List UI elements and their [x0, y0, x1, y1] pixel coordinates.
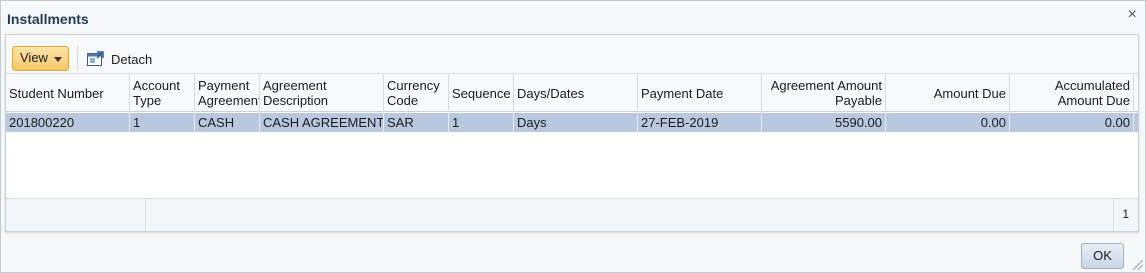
column-header-agreement-amount-payable[interactable]: Agreement Amount Payable: [762, 74, 886, 112]
cell-days-dates: Days: [514, 113, 638, 132]
table-header: Student Number Account Type Payment Agre…: [6, 74, 1138, 112]
column-header-currency-code[interactable]: Currency Code: [384, 74, 449, 112]
cell-amount-due: 0.00: [886, 113, 1010, 132]
cell-accumulated-amount-due: 0.00: [1010, 113, 1134, 132]
cell-payment-agreement: CASH: [195, 113, 260, 132]
installments-dialog: Installments × View Detach Student Numbe…: [0, 0, 1146, 273]
cell-sequence: 1: [449, 113, 514, 132]
detach-window-icon: [87, 51, 104, 66]
column-header-accumulated-amount-due[interactable]: Accumulated Amount Due: [1010, 74, 1134, 112]
ok-button[interactable]: OK: [1081, 243, 1124, 269]
cell-agreement-amount-payable: 5590.00: [762, 113, 886, 132]
detach-label: Detach: [111, 52, 153, 67]
column-header-sequence[interactable]: Sequence: [449, 74, 514, 112]
chevron-down-icon: [54, 57, 62, 62]
column-header-days-dates[interactable]: Days/Dates: [514, 74, 638, 112]
cell-account-type: 1: [130, 113, 195, 132]
footer-cell: [6, 199, 146, 231]
cell-currency-code: SAR: [384, 113, 449, 132]
toolbar: View Detach: [6, 35, 1138, 73]
view-button-label: View: [20, 50, 48, 65]
cell-payment-date: 27-FEB-2019: [638, 113, 762, 132]
table-footer: 1: [6, 198, 1138, 231]
column-header-payment-date[interactable]: Payment Date: [638, 74, 762, 112]
column-header-student-number[interactable]: Student Number: [6, 74, 130, 112]
toolbar-separator: [77, 46, 78, 70]
dialog-title: Installments: [7, 11, 89, 27]
column-header-amount-due[interactable]: Amount Due: [886, 74, 1010, 112]
column-header-account-type[interactable]: Account Type: [130, 74, 195, 112]
cell-agreement-description: CASH AGREEMENT: [260, 113, 384, 132]
row-count: 1: [1122, 207, 1129, 221]
footer-divider: [1113, 199, 1114, 231]
column-header-payment-agreement[interactable]: Payment Agreement: [195, 74, 260, 112]
resize-grip-icon[interactable]: [1133, 260, 1143, 270]
column-header-agreement-description[interactable]: Agreement Description: [260, 74, 384, 112]
view-menu-button[interactable]: View: [12, 46, 69, 71]
cell-student-number: 201800220: [6, 113, 130, 132]
installments-panel: View Detach Student Number Account Type: [5, 34, 1139, 232]
close-icon[interactable]: ×: [1128, 7, 1137, 23]
table-row[interactable]: 201800220 1 CASH CASH AGREEMENT SAR 1 Da…: [6, 113, 1138, 132]
